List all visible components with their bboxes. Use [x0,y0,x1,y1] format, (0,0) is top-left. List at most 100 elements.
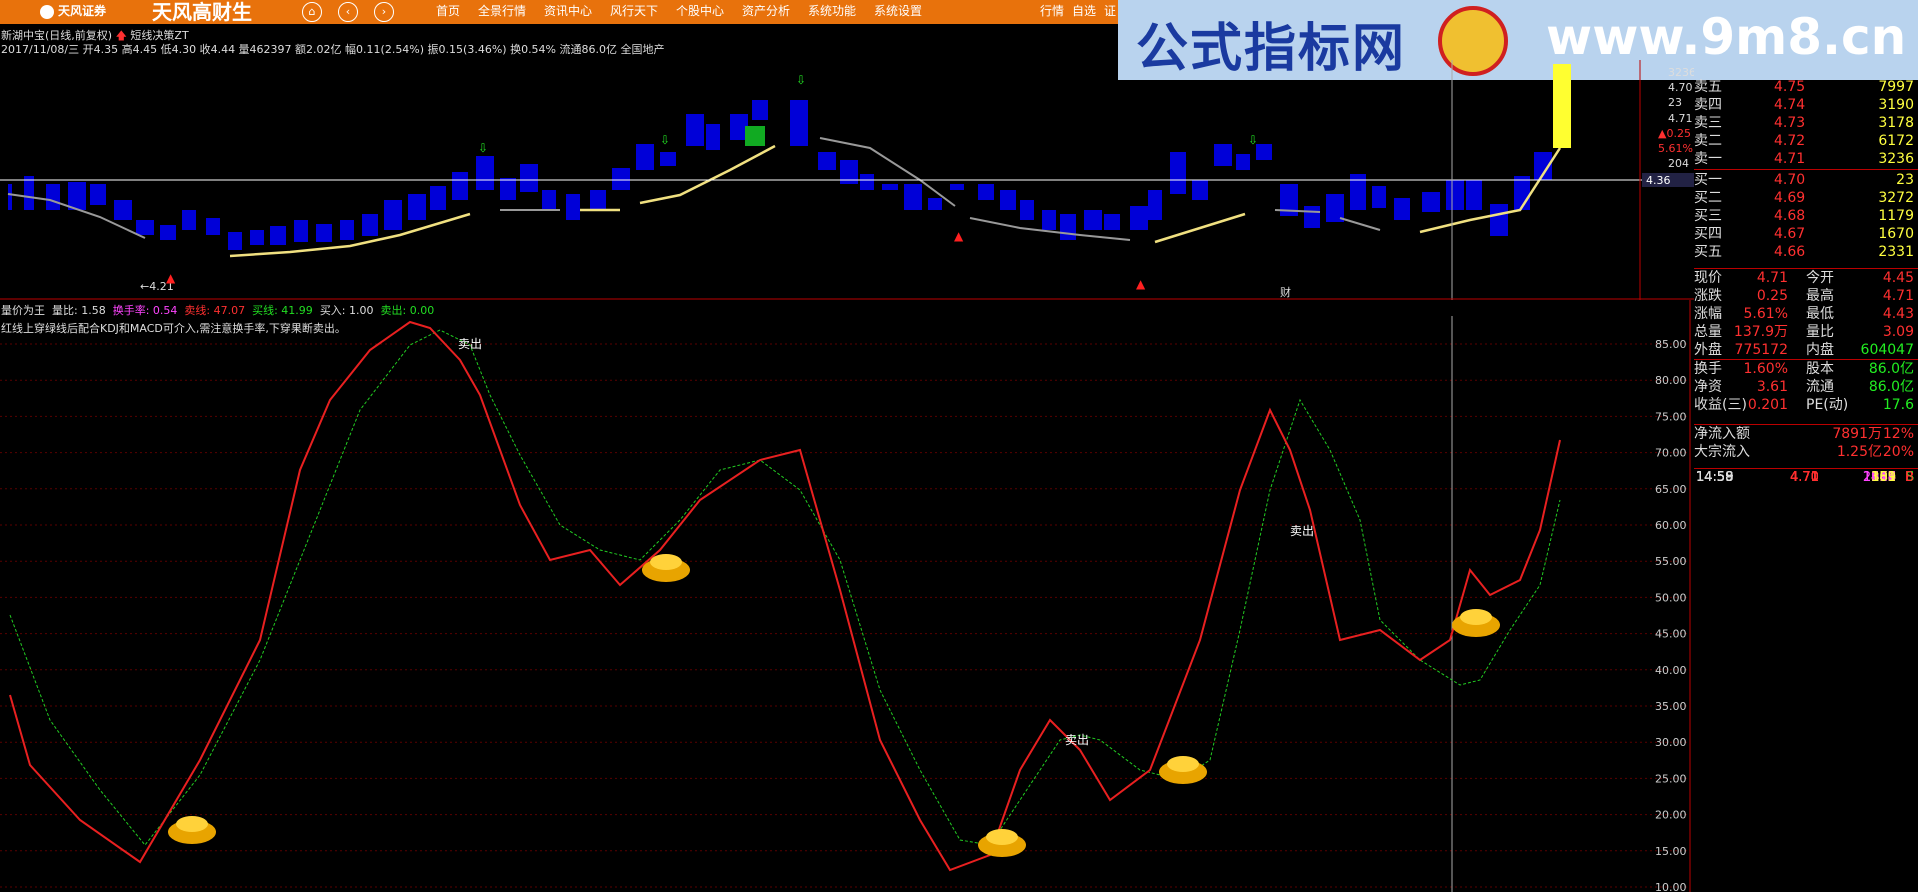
candle [500,178,516,200]
y-tick: 80.00 [1655,374,1687,387]
logo-icon [40,4,54,19]
level-vol: 23 [1896,172,1914,188]
candle [206,218,220,235]
menu-quote[interactable]: 行情 [1040,0,1064,22]
y-tick: 55.00 [1655,555,1687,568]
quote-label: 今开 [1806,270,1834,286]
gold-ingot-icon [168,816,216,844]
menu-watchlist[interactable]: 自选 [1072,0,1096,22]
level-vol: 3178 [1878,115,1914,131]
y-tick: 10.00 [1655,881,1687,892]
quote-value: 4.45 [1882,270,1914,286]
quote-row: 净资 3.61 流通 86.0亿 [1694,378,1918,396]
right-scale-5: 5.61% [1658,142,1693,155]
candle [706,124,720,150]
level-price: 4.75 [1774,79,1806,95]
quote-label: PE(动) [1806,397,1849,413]
level-label: 卖四 [1694,97,1722,113]
quote-label: 收益(三) [1694,397,1747,413]
sell-level: 卖四 4.74 3190 [1694,96,1918,114]
candle [566,194,580,220]
right-scale-2: 23 [1668,96,1682,109]
candle [752,100,768,120]
y-tick: 15.00 [1655,845,1687,858]
candle [1130,206,1148,230]
flow-panel: 净流入额 7891万 12% 大宗流入 1.25亿 20% [1694,424,1918,461]
candle [182,210,196,230]
candle [1192,180,1208,200]
quote-label: 涨跌 [1694,288,1722,304]
level-label: 卖三 [1694,115,1722,131]
right-scale-0: 3236 [1668,66,1694,79]
indicator-chart[interactable]: 85.00 80.00 75.00 70.00 65.00 60.00 55.00 50.00… [0,300,1694,892]
forward-icon[interactable]: › [374,2,394,22]
y-tick: 35.00 [1655,700,1687,713]
back-icon[interactable]: ‹ [338,2,358,22]
candle [1236,154,1250,170]
home-icon[interactable]: ⌂ [302,2,322,22]
watermark-url: www.9m8.cn [1546,8,1907,66]
level-label: 卖五 [1694,79,1722,95]
sell-tag-1: 卖出 [458,337,482,351]
brand-name: 天风证券 [58,4,107,18]
candle [612,168,630,190]
y-tick: 50.00 [1655,591,1687,604]
sell-tag-2: 卖出 [1065,733,1089,747]
level-label: 买一 [1694,172,1722,188]
menu-news[interactable]: 资讯中心 [544,0,592,22]
level-vol: 3236 [1878,151,1914,167]
menu-trade[interactable]: 证 [1104,0,1116,22]
y-tick: 70.00 [1655,447,1687,460]
quote-row: 外盘 775172 内盘 604047 [1694,341,1918,359]
sell-tag-3: 卖出 [1290,524,1314,538]
y-tick: 60.00 [1655,519,1687,532]
flow-value: 7891万 [1832,426,1882,442]
level-vol: 1179 [1878,208,1914,224]
gold-ingot-icon [1159,756,1207,784]
menu-asset[interactable]: 资产分析 [742,0,790,22]
level-label: 卖一 [1694,151,1722,167]
candle [928,198,942,210]
quote-label: 最高 [1806,288,1834,304]
quote-value: 86.0亿 [1868,379,1914,395]
buy-level: 买四 4.67 1670 [1694,225,1918,243]
sell-level: 卖三 4.73 3178 [1694,114,1918,132]
red-arrow-icon: ▲ [954,229,964,243]
candle [520,164,538,192]
tick-row: 14:59 4.71 109 B [1694,469,1918,487]
quote-value: 3.61 [1756,379,1788,395]
order-book: 卖五 4.75 7997 卖四 4.74 3190 卖三 4.73 3178 卖二 4.72 6172… [1694,78,1918,261]
candle [660,152,676,166]
menu-home[interactable]: 首页 [436,0,460,22]
menu-stock[interactable]: 个股中心 [676,0,724,22]
level-price: 4.72 [1774,133,1806,149]
kline-chart[interactable]: ←4.21 财 4.36 3236 4.70 23 4.71 ▲0.25 5.6… [0,60,1694,300]
y-tick: 75.00 [1655,410,1687,423]
cai-label: 财 [1280,285,1291,299]
menu-settings[interactable]: 系统设置 [874,0,922,22]
candle [1304,206,1320,228]
candle [1490,204,1508,236]
candle [1170,152,1186,194]
candle [1466,180,1482,210]
sell-level: 卖二 4.72 6172 [1694,132,1918,150]
quote-value: 17.6 [1882,397,1914,413]
candle [1084,210,1102,230]
red-arrow-icon: ▲ [1136,277,1146,291]
price-marker: 4.36 [1646,174,1671,187]
menu-trend[interactable]: 风行天下 [610,0,658,22]
menu-system[interactable]: 系统功能 [808,0,856,22]
menu-market[interactable]: 全景行情 [478,0,526,22]
right-scale-6: 204 [1668,157,1689,170]
candle [1372,186,1386,208]
buy-arrow-icon: ⇩ [796,73,806,87]
quote-label: 股本 [1806,361,1834,377]
y-tick: 45.00 [1655,628,1687,641]
flow-pct: 20% [1882,444,1914,460]
quote-value: 4.43 [1882,306,1914,322]
y-tick: 85.00 [1655,338,1687,351]
last-candle-yellow [1553,64,1571,148]
candle [950,184,964,190]
level-price: 4.70 [1774,172,1806,188]
quote-row: 现价 4.71 今开 4.45 [1694,269,1918,287]
